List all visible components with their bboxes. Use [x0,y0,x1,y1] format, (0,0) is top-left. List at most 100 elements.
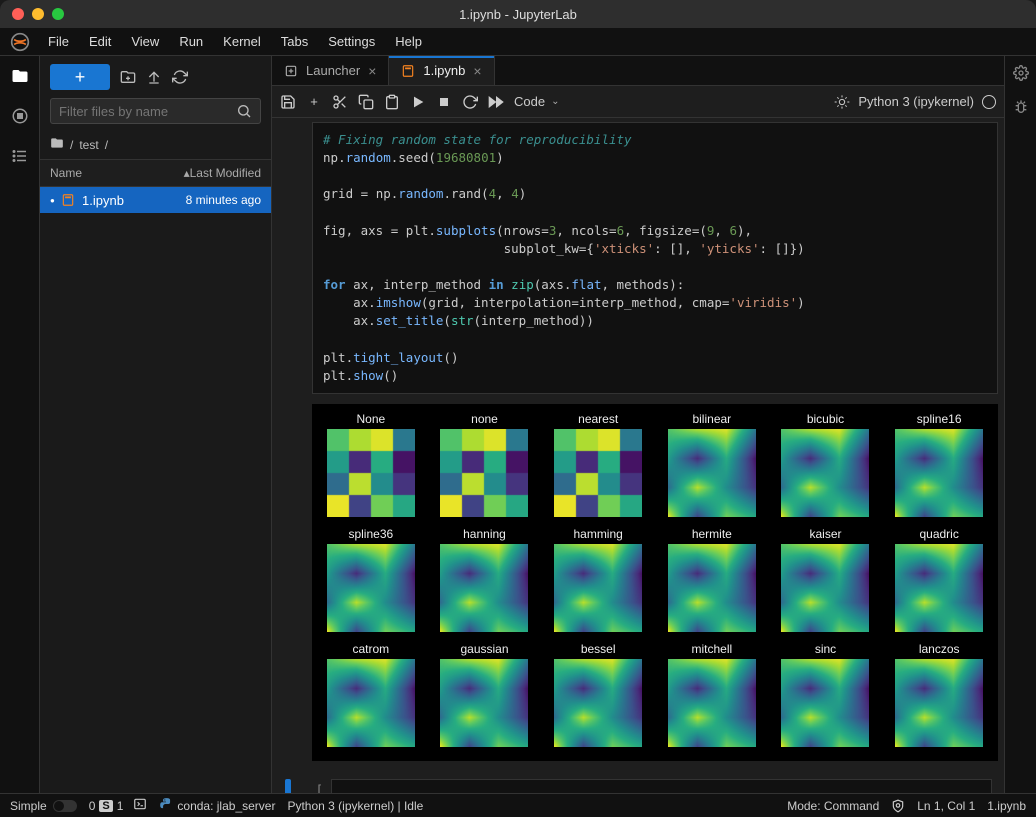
subplot-canvas [554,659,642,747]
subplot-title: lanczos [919,642,960,656]
folder-icon [50,136,64,153]
terminal-icon[interactable] [133,797,147,814]
subplot: hamming [545,527,651,632]
kernel-status[interactable]: Python 3 (ipykernel) | Idle [287,799,423,813]
menu-kernel[interactable]: Kernel [215,30,269,53]
menu-edit[interactable]: Edit [81,30,119,53]
mode-indicator[interactable]: Mode: Command [787,799,879,813]
cursor-position[interactable]: Ln 1, Col 1 [917,799,975,813]
close-icon[interactable]: × [368,63,376,79]
subplot-title: nearest [578,412,618,426]
tab-1-ipynb[interactable]: 1.ipynb× [389,56,494,85]
paste-icon[interactable] [384,94,400,110]
new-folder-icon[interactable] [120,69,136,85]
code-editor[interactable]: # Fixing random state for reproducibilit… [312,122,998,394]
menu-view[interactable]: View [123,30,167,53]
add-cell-icon[interactable]: + [306,94,322,110]
file-browser-tab-icon[interactable] [10,66,30,86]
breadcrumb[interactable]: / test / [40,130,271,159]
menu-tabs[interactable]: Tabs [273,30,316,53]
subplot-title: sinc [815,642,836,656]
running-indicator-icon: ● [50,196,60,205]
subplot-title: bilinear [692,412,731,426]
output-area: None none nearest bilinear bicubic spline16 sp… [312,404,998,761]
breadcrumb-segment[interactable]: test [79,138,98,152]
cut-icon[interactable] [332,94,348,110]
save-icon[interactable] [280,94,296,110]
subplot-canvas [554,429,642,517]
code-cell[interactable]: # Fixing random state for reproducibilit… [272,118,1004,398]
restart-icon[interactable] [462,94,478,110]
menu-file[interactable]: File [40,30,77,53]
subplot-title: none [471,412,498,426]
counter-1: 0 [89,799,96,813]
file-filter-input[interactable] [59,104,236,119]
new-launcher-button[interactable]: + [50,64,110,90]
toc-tab-icon[interactable] [10,146,30,166]
statusbar: Simple 0 S 1 conda: jlab_server Python 3… [0,793,1036,817]
cell-type-select[interactable]: Code [514,94,545,109]
tab-launcher[interactable]: Launcher× [272,56,389,85]
run-cell-icon[interactable] [410,94,426,110]
file-list-header[interactable]: Name ▴ Last Modified [40,159,271,187]
simple-label: Simple [10,799,47,813]
subplot-canvas [668,429,756,517]
subplot-canvas [895,429,983,517]
search-icon [236,103,252,119]
upload-icon[interactable] [146,69,162,85]
menu-settings[interactable]: Settings [320,30,383,53]
subplot: hanning [432,527,538,632]
simple-mode-toggle[interactable] [53,800,77,812]
subplot: sinc [773,642,879,747]
window-titlebar: 1.ipynb - JupyterLab [0,0,1036,28]
active-file[interactable]: 1.ipynb [987,799,1026,813]
close-icon[interactable]: × [473,63,481,79]
subplot: catrom [318,642,424,747]
copy-icon[interactable] [358,94,374,110]
subplot-title: quadric [919,527,958,541]
file-name: 1.ipynb [82,193,186,208]
syntax-badge[interactable]: S [99,800,112,812]
menu-help[interactable]: Help [387,30,430,53]
jupyter-logo-icon[interactable] [8,30,32,54]
running-tab-icon[interactable] [10,106,30,126]
subplot-title: None [356,412,385,426]
trust-icon[interactable] [891,798,905,813]
subplot: spline16 [886,412,992,517]
subplot-title: spline36 [348,527,393,541]
property-inspector-icon[interactable] [1012,64,1030,82]
subplot-title: kaiser [809,527,841,541]
empty-code-cell[interactable]: [ ]: [272,779,998,793]
tab-bar: Launcher×1.ipynb× [272,56,1004,86]
notebook-toolbar: + Code ⌄ Python 3 (ipykernel) [272,86,1004,118]
menu-run[interactable]: Run [171,30,211,53]
subplot-canvas [895,659,983,747]
interrupt-icon[interactable] [436,94,452,110]
file-row[interactable]: ●1.ipynb8 minutes ago [40,187,271,213]
subplot: nearest [545,412,651,517]
python-icon [159,797,173,814]
subplot-canvas [327,544,415,632]
subplot-canvas [781,659,869,747]
subplot-canvas [327,659,415,747]
subplot-canvas [440,659,528,747]
right-sidebar [1004,56,1036,793]
code-editor-empty[interactable] [331,779,992,793]
subplot-title: bicubic [807,412,844,426]
conda-env[interactable]: conda: jlab_server [177,799,275,813]
refresh-icon[interactable] [172,69,188,85]
activity-bar [0,56,40,793]
subplot: bessel [545,642,651,747]
restart-run-all-icon[interactable] [488,94,504,110]
subplot: spline36 [318,527,424,632]
notebook-file-icon [60,192,76,208]
subplot-title: mitchell [691,642,732,656]
subplot: mitchell [659,642,765,747]
debugger-icon[interactable] [1012,98,1030,116]
kernel-bug-icon[interactable] [834,94,850,110]
subplot: lanczos [886,642,992,747]
subplot-canvas [781,429,869,517]
kernel-name[interactable]: Python 3 (ipykernel) [858,94,974,109]
subplot-title: gaussian [460,642,508,656]
chevron-down-icon: ⌄ [551,96,559,107]
